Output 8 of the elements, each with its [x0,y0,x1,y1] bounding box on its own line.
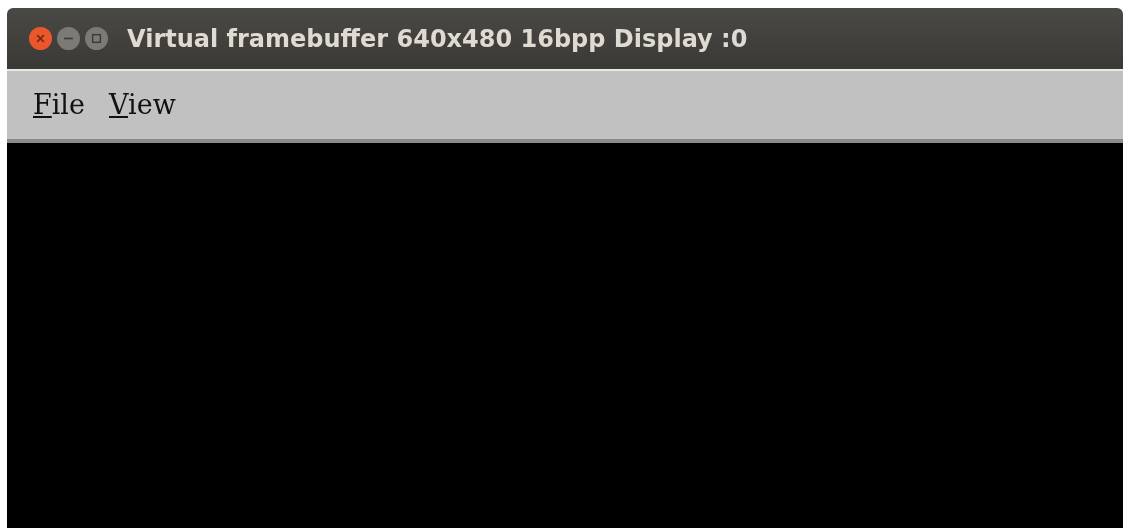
menu-item[interactable]: File [33,84,85,126]
window-title: Virtual framebuffer 640x480 16bpp Display :0 [127,23,748,55]
maximize-icon [91,33,102,44]
menu-item[interactable]: View [109,84,176,126]
close-icon [35,33,46,44]
close-button[interactable] [29,27,52,50]
maximize-button[interactable] [85,27,108,50]
minimize-button[interactable] [57,27,80,50]
